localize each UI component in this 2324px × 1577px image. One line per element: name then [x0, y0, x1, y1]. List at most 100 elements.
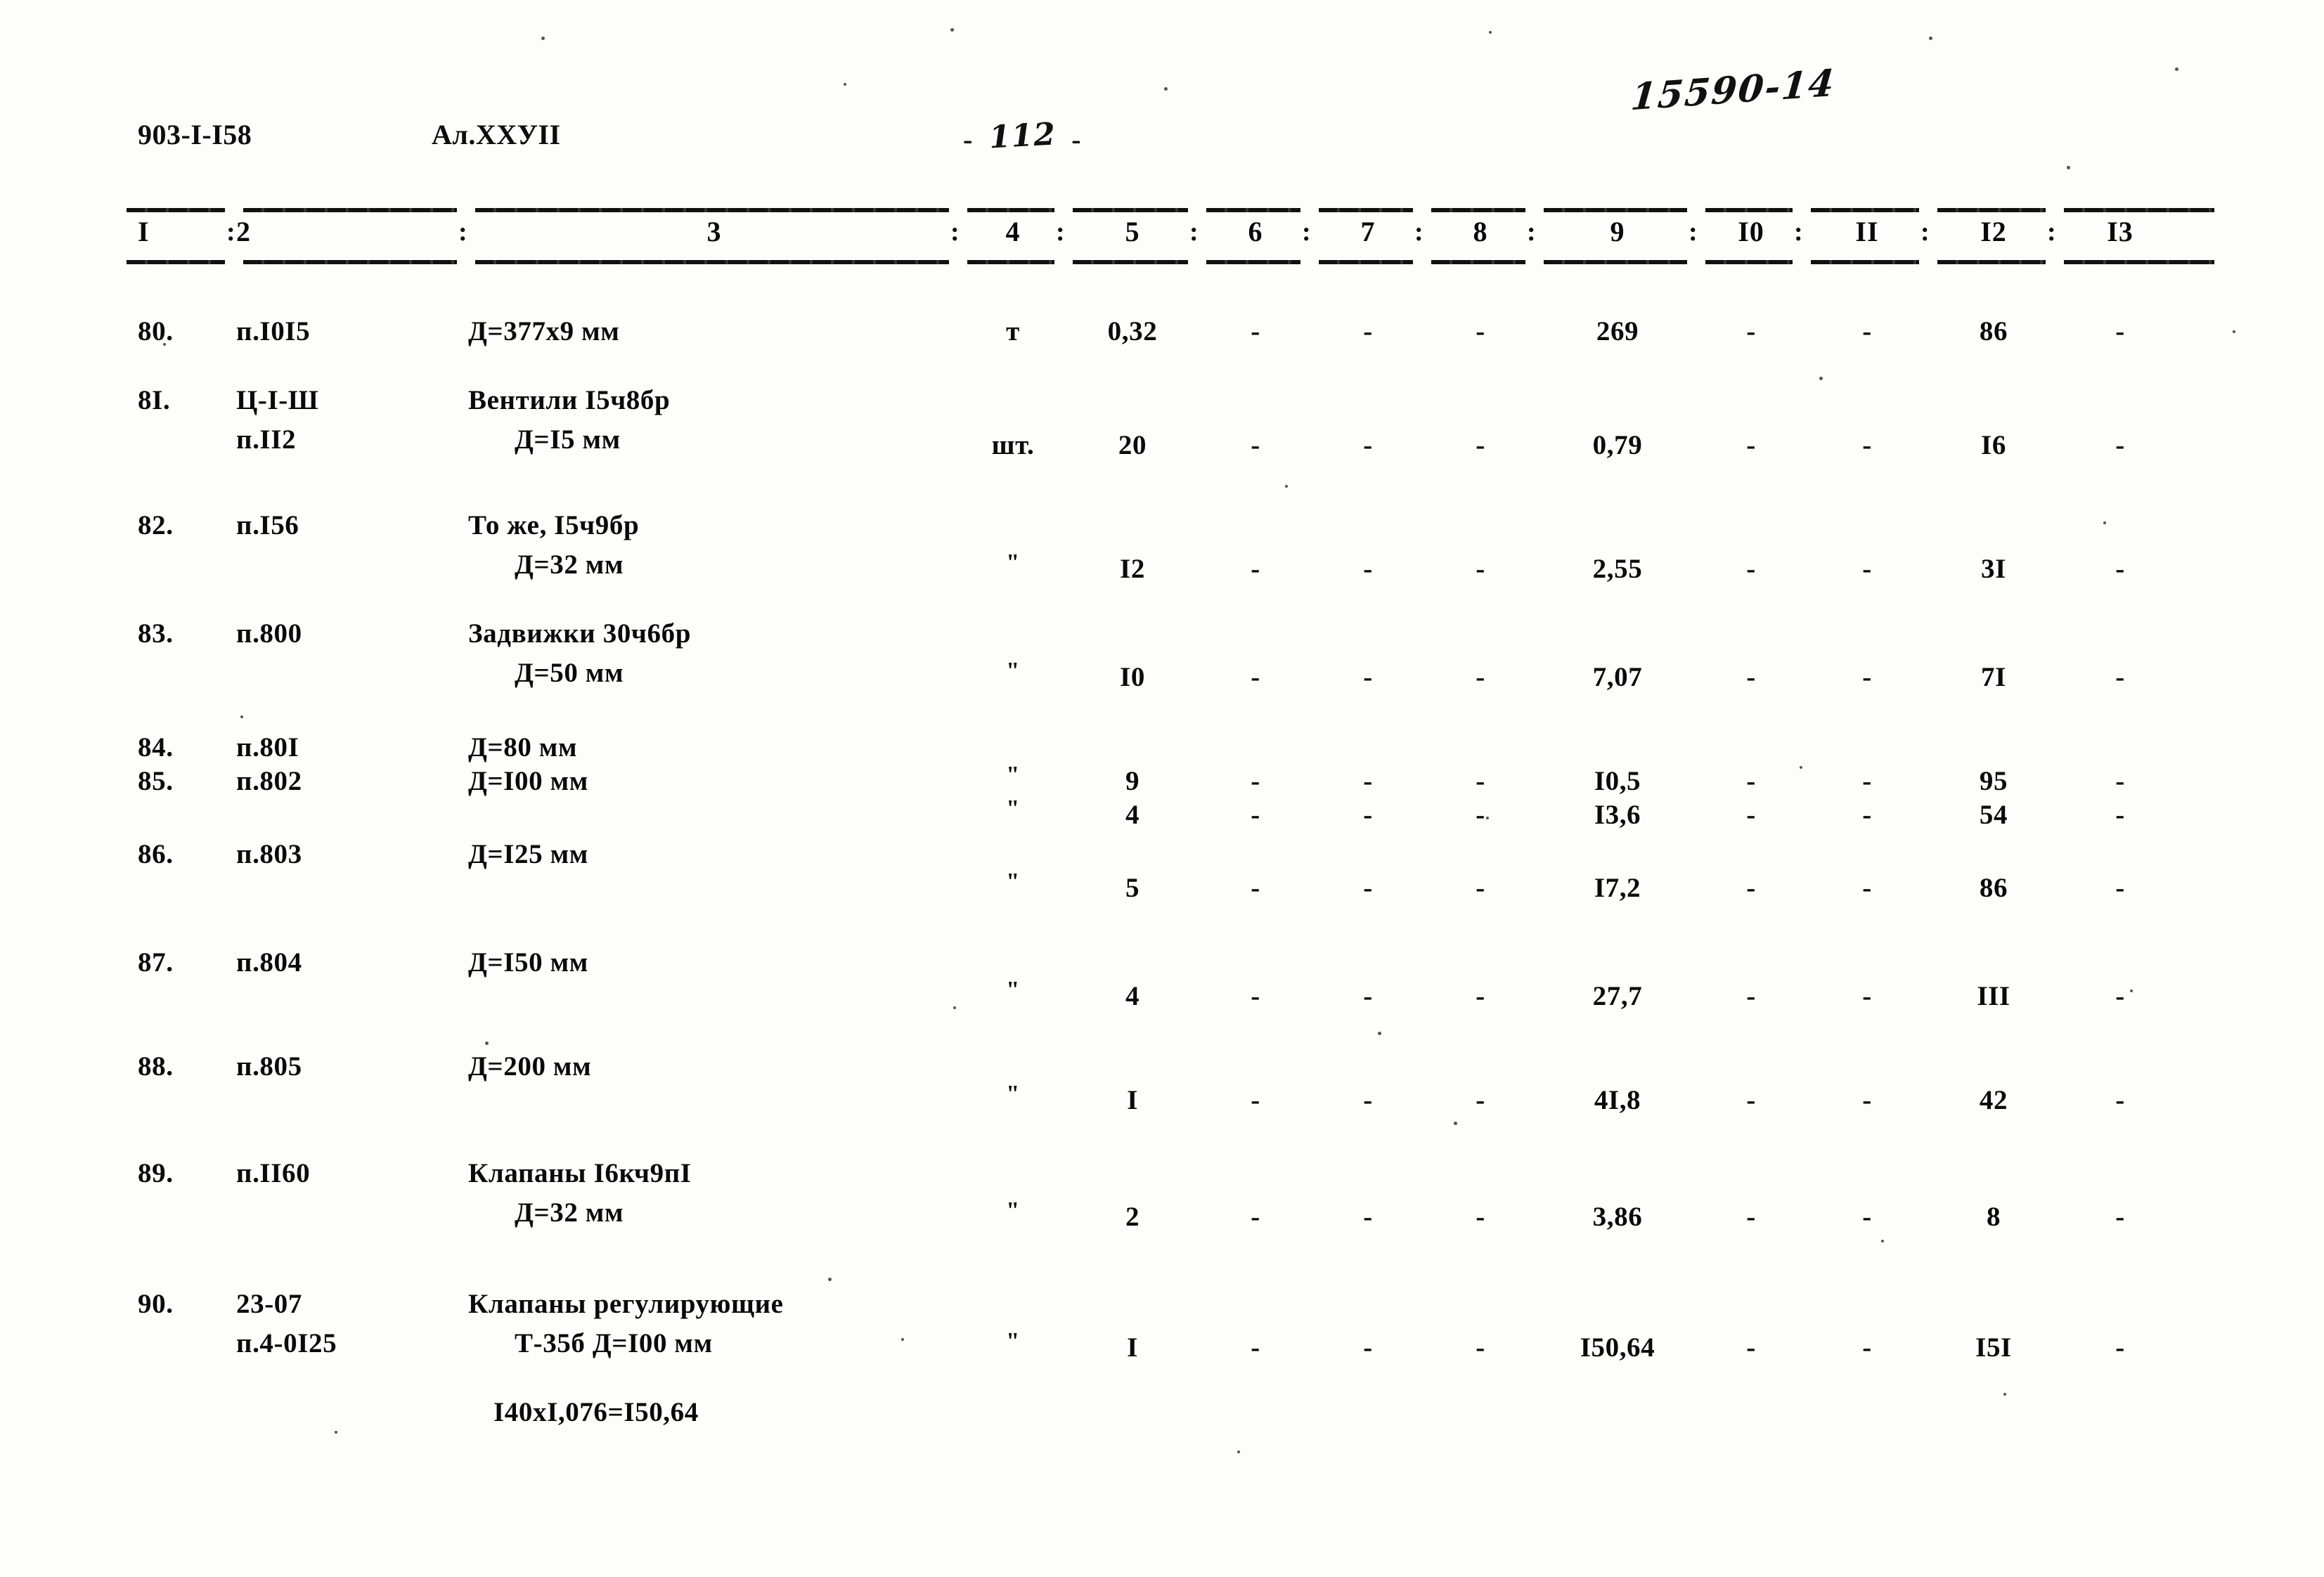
row-unit: " — [1006, 762, 1020, 788]
column-separator: : — [1189, 217, 1199, 247]
row-col11: - — [1862, 1332, 1872, 1363]
row-col10: - — [1746, 981, 1756, 1011]
column-header-I3: I3 — [2107, 216, 2133, 247]
row-col13: - — [2115, 554, 2125, 584]
column-separator: : — [2047, 217, 2056, 247]
column-header-9: 9 — [1610, 216, 1625, 247]
scan-speck — [485, 1041, 489, 1045]
row-description-line: Д=32 мм — [515, 550, 624, 580]
column-header-II: II — [1855, 216, 1879, 247]
album-label: Ал.ХХУII — [432, 119, 561, 150]
column-header-6: 6 — [1248, 216, 1263, 247]
table-rule-segment — [1937, 260, 2046, 264]
row-col6: - — [1251, 316, 1260, 346]
row-col12: 8 — [1986, 1202, 2001, 1232]
table-rule-segment — [1431, 208, 1525, 212]
table-rule-segment — [243, 260, 457, 264]
page-number-block: -112- — [963, 117, 1083, 157]
row-unit: " — [1006, 1081, 1020, 1107]
table-rule-segment — [127, 208, 225, 212]
row-col11: - — [1862, 554, 1872, 584]
row-unit: " — [1006, 1198, 1020, 1224]
table-rule-segment — [2064, 208, 2214, 212]
row-code-line: п.802 — [236, 766, 302, 796]
column-header-4: 4 — [1005, 216, 1021, 247]
table-rule-segment — [2064, 260, 2214, 264]
row-col8: - — [1476, 981, 1485, 1011]
row-code-line: п.I0I5 — [236, 316, 311, 346]
row-unit: " — [1006, 550, 1020, 576]
row-col7: - — [1363, 316, 1373, 346]
row-col10: - — [1746, 1332, 1756, 1363]
scan-speck — [240, 715, 243, 718]
scan-speck — [953, 1006, 956, 1009]
row-col13: - — [2115, 766, 2125, 796]
row-col8: - — [1476, 800, 1485, 830]
table-rule-segment — [1811, 208, 1919, 212]
row-mass: 0,79 — [1592, 430, 1643, 460]
row-col7: - — [1363, 1202, 1373, 1232]
row-description-line: Д=377х9 мм — [468, 316, 620, 346]
column-header-5: 5 — [1125, 216, 1140, 247]
row-description-line: Д=I00 мм — [468, 766, 588, 796]
row-unit: " — [1006, 1328, 1020, 1354]
column-separator: : — [226, 217, 235, 247]
row-quantity: 9 — [1125, 766, 1140, 796]
row-mass: I50,64 — [1580, 1332, 1655, 1363]
row-col12: 95 — [1979, 766, 2008, 796]
table-rule-segment — [1073, 260, 1188, 264]
row-mass: 269 — [1596, 316, 1639, 346]
scan-speck — [163, 343, 166, 346]
row-col11: - — [1862, 981, 1872, 1011]
document-code: 903-I-I58 — [138, 119, 252, 150]
row-description-line: Д=32 мм — [515, 1198, 624, 1228]
row-col10: - — [1746, 316, 1756, 346]
row-code-line: Ц-I-Ш — [236, 385, 319, 415]
scan-speck — [1486, 817, 1489, 819]
row-col8: - — [1476, 662, 1485, 692]
row-col10: - — [1746, 554, 1756, 584]
row-unit: " — [1006, 869, 1020, 895]
row-col7: - — [1363, 554, 1373, 584]
scan-speck — [1378, 1032, 1381, 1035]
row-unit: " — [1006, 658, 1020, 684]
row-mass: 27,7 — [1592, 981, 1643, 1011]
scan-speck — [2233, 330, 2235, 333]
row-col12: 86 — [1979, 316, 2008, 346]
scan-speck — [2067, 166, 2070, 169]
row-number: 82. — [138, 510, 174, 540]
column-separator: : — [1689, 217, 1698, 247]
row-description-line: Д=I5 мм — [515, 424, 621, 455]
row-code-line: п.80I — [236, 732, 299, 762]
row-col12: III — [1977, 981, 2010, 1011]
scan-speck — [1819, 377, 1823, 380]
scan-speck — [828, 1278, 832, 1281]
row-col10: - — [1746, 873, 1756, 903]
archive-stamp: 15590-14 — [1629, 62, 1838, 119]
row-col6: - — [1251, 1085, 1260, 1115]
row-quantity: 2 — [1125, 1202, 1140, 1232]
row-col12: 86 — [1979, 873, 2008, 903]
row-col13: - — [2115, 800, 2125, 830]
row-description-line: Задвижки 30ч6бр — [468, 618, 692, 649]
row-number: 86. — [138, 839, 174, 869]
table-rule-segment — [475, 260, 949, 264]
column-separator: : — [1302, 217, 1311, 247]
row-col6: - — [1251, 554, 1260, 584]
column-header-3: 3 — [706, 216, 722, 247]
column-header-7: 7 — [1360, 216, 1376, 247]
row-description-line: Д=80 мм — [468, 732, 578, 762]
column-header-8: 8 — [1473, 216, 1488, 247]
row-mass: 4I,8 — [1594, 1085, 1641, 1115]
table-rule-segment — [967, 260, 1054, 264]
row-mass: 7,07 — [1592, 662, 1643, 692]
row-mass: I0,5 — [1594, 766, 1641, 796]
table-rule-segment — [1073, 208, 1188, 212]
table-rule-segment — [1319, 260, 1413, 264]
table-rule-segment — [1811, 260, 1919, 264]
scan-speck — [901, 1338, 904, 1341]
scan-speck — [844, 83, 846, 86]
scan-speck — [1929, 37, 1932, 40]
row-code-line: п.4-0I25 — [236, 1328, 337, 1358]
row-code-line: п.804 — [236, 947, 302, 978]
